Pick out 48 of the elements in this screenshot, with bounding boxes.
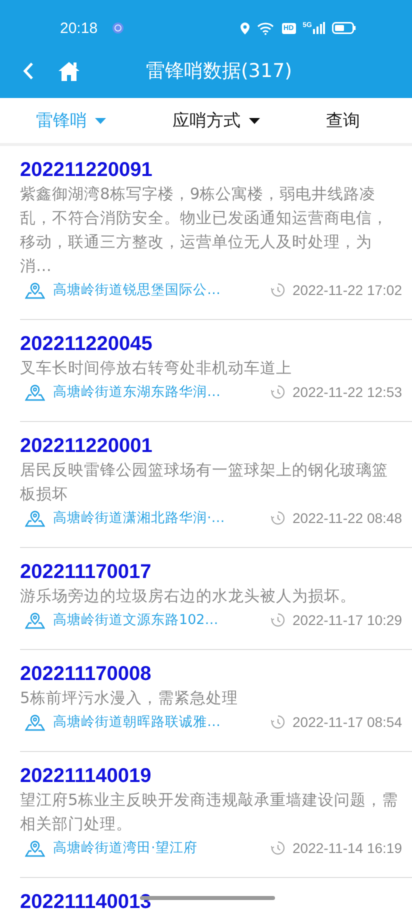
report-time: 2022-11-14 16:19: [292, 840, 402, 856]
clock-time: 20:18: [60, 20, 98, 36]
location-text: 高塘岭街道锐思堡国际公…: [53, 281, 220, 299]
home-icon[interactable]: [58, 61, 80, 81]
report-number[interactable]: 202211220001: [20, 434, 402, 458]
report-time: 2022-11-22 17:02: [292, 282, 402, 298]
map-pin-icon: [25, 510, 45, 526]
clock-icon: [270, 385, 284, 399]
clock-icon: [270, 613, 284, 627]
location-text: 高塘岭街道湾田·望江府: [53, 839, 198, 857]
map-pin-icon: [25, 282, 45, 298]
map-pin-icon: [25, 840, 45, 856]
clock-icon: [270, 511, 284, 525]
report-description: 5栋前坪污水漫入，需紧急处理: [20, 688, 239, 709]
report-number[interactable]: 202211170008: [20, 662, 402, 686]
map-pin-icon: [25, 612, 45, 628]
report-time: 2022-11-22 08:48: [292, 510, 402, 526]
report-time: 2022-11-17 08:54: [292, 714, 402, 730]
clock-icon: [270, 283, 284, 297]
filter-tab[interactable]: 查询: [326, 109, 360, 132]
page-title: 雷锋哨数据(317): [146, 59, 292, 84]
map-pin-icon: [25, 714, 45, 730]
report-number[interactable]: 202211170017: [20, 560, 402, 584]
clock-icon: [270, 841, 284, 855]
report-number[interactable]: 202211140013: [20, 890, 402, 910]
location-text: 高塘岭街道文源东路102…: [53, 611, 218, 629]
signal-icon: [313, 22, 325, 34]
battery-icon: [332, 22, 356, 34]
report-number[interactable]: 202211220045: [20, 332, 402, 356]
report-number[interactable]: 202211220091: [20, 158, 402, 182]
report-description: 居民反映雷锋公园篮球场有一篮球架上的钢化玻璃篮板损坏: [20, 460, 389, 505]
location-text: 高塘岭街道潇湘北路华润·…: [53, 509, 225, 527]
location-text: 高塘岭街道朝晖路联诚雅…: [53, 713, 220, 731]
map-pin-icon: [25, 384, 45, 400]
wifi-icon: [256, 22, 275, 34]
location-icon: [240, 22, 250, 34]
report-time: 2022-11-22 12:53: [292, 384, 402, 400]
location-text: 高塘岭街道东湖东路华润…: [53, 383, 220, 401]
filter-tab[interactable]: 应哨方式: [172, 109, 260, 132]
report-description: 紫鑫御湖湾8栋写字楼，9栋公寓楼，弱电井线路凌乱，不符合消防安全。物业已发函通知运营商电信，移动，联通三方整改，运营单位无人及时处理，为消…: [20, 184, 389, 277]
report-description: 望江府5栋业主反映开发商违规敲承重墙建设问题，需相关部门处理。: [20, 790, 399, 835]
notification-icon: [112, 22, 124, 34]
report-number[interactable]: 202211140019: [20, 764, 402, 788]
report-time: 2022-11-17 10:29: [292, 612, 402, 628]
clock-icon: [270, 715, 284, 729]
back-icon[interactable]: [22, 62, 34, 80]
report-description: 叉车长时间停放右转弯处非机动车道上: [20, 358, 293, 379]
report-description: 游乐场旁边的垃圾房右边的水龙头被人为损坏。: [20, 586, 357, 607]
